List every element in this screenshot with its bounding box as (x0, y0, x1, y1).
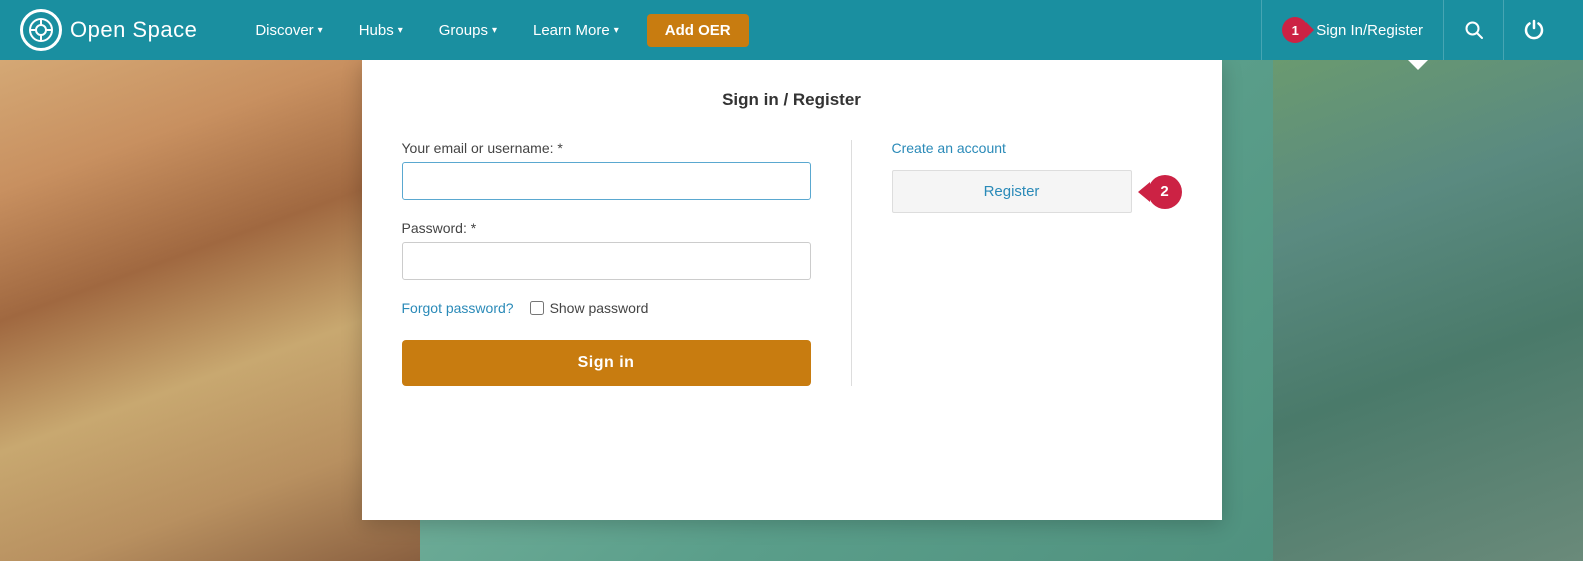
login-panel: Sign in / Register Your email or usernam… (362, 60, 1222, 520)
email-label: Your email or username: * (402, 140, 811, 156)
panel-body: Your email or username: * Password: * Fo… (402, 140, 1182, 386)
main-nav: Discover ▾ Hubs ▾ Groups ▾ Learn More ▾ … (237, 0, 749, 60)
chevron-down-icon: ▾ (492, 25, 497, 36)
panel-title: Sign in / Register (402, 90, 1182, 110)
logo-icon (20, 9, 62, 51)
logo-text: Open Space (70, 17, 197, 43)
show-password-label[interactable]: Show password (550, 300, 649, 316)
forgot-password-link[interactable]: Forgot password? (402, 300, 514, 316)
form-actions: Forgot password? Show password (402, 300, 811, 316)
email-group: Your email or username: * (402, 140, 811, 200)
nav-hubs[interactable]: Hubs ▾ (341, 0, 421, 60)
password-label: Password: * (402, 220, 811, 236)
nav-learn-more[interactable]: Learn More ▾ (515, 0, 637, 60)
add-oer-button[interactable]: Add OER (647, 14, 749, 47)
chevron-down-icon: ▾ (398, 25, 403, 36)
nav-groups[interactable]: Groups ▾ (421, 0, 515, 60)
create-account-label: Create an account (892, 140, 1006, 156)
power-button[interactable] (1503, 0, 1563, 60)
password-input[interactable] (402, 242, 811, 280)
logo[interactable]: Open Space (20, 9, 197, 51)
signin-register-button[interactable]: 1 Sign In/Register (1261, 0, 1443, 60)
email-input[interactable] (402, 162, 811, 200)
register-section: Create an account Register 2 (852, 140, 1182, 386)
dropdown-arrow (1408, 60, 1428, 70)
show-password-group: Show password (530, 300, 649, 316)
main-content: Sign in / Register Your email or usernam… (0, 60, 1583, 561)
register-btn-wrap: Register 2 (892, 170, 1182, 213)
badge-2: 2 (1148, 175, 1182, 209)
signin-form: Your email or username: * Password: * Fo… (402, 140, 852, 386)
nav-discover[interactable]: Discover ▾ (237, 0, 340, 60)
show-password-checkbox[interactable] (530, 301, 544, 315)
sign-in-button[interactable]: Sign in (402, 340, 811, 386)
password-group: Password: * (402, 220, 811, 280)
search-button[interactable] (1443, 0, 1503, 60)
chevron-down-icon: ▾ (614, 25, 619, 36)
badge-1: 1 (1282, 17, 1308, 43)
navbar: Open Space Discover ▾ Hubs ▾ Groups ▾ Le… (0, 0, 1583, 60)
chevron-down-icon: ▾ (318, 25, 323, 36)
nav-right: 1 Sign In/Register (1261, 0, 1563, 60)
register-button[interactable]: Register (892, 170, 1132, 213)
